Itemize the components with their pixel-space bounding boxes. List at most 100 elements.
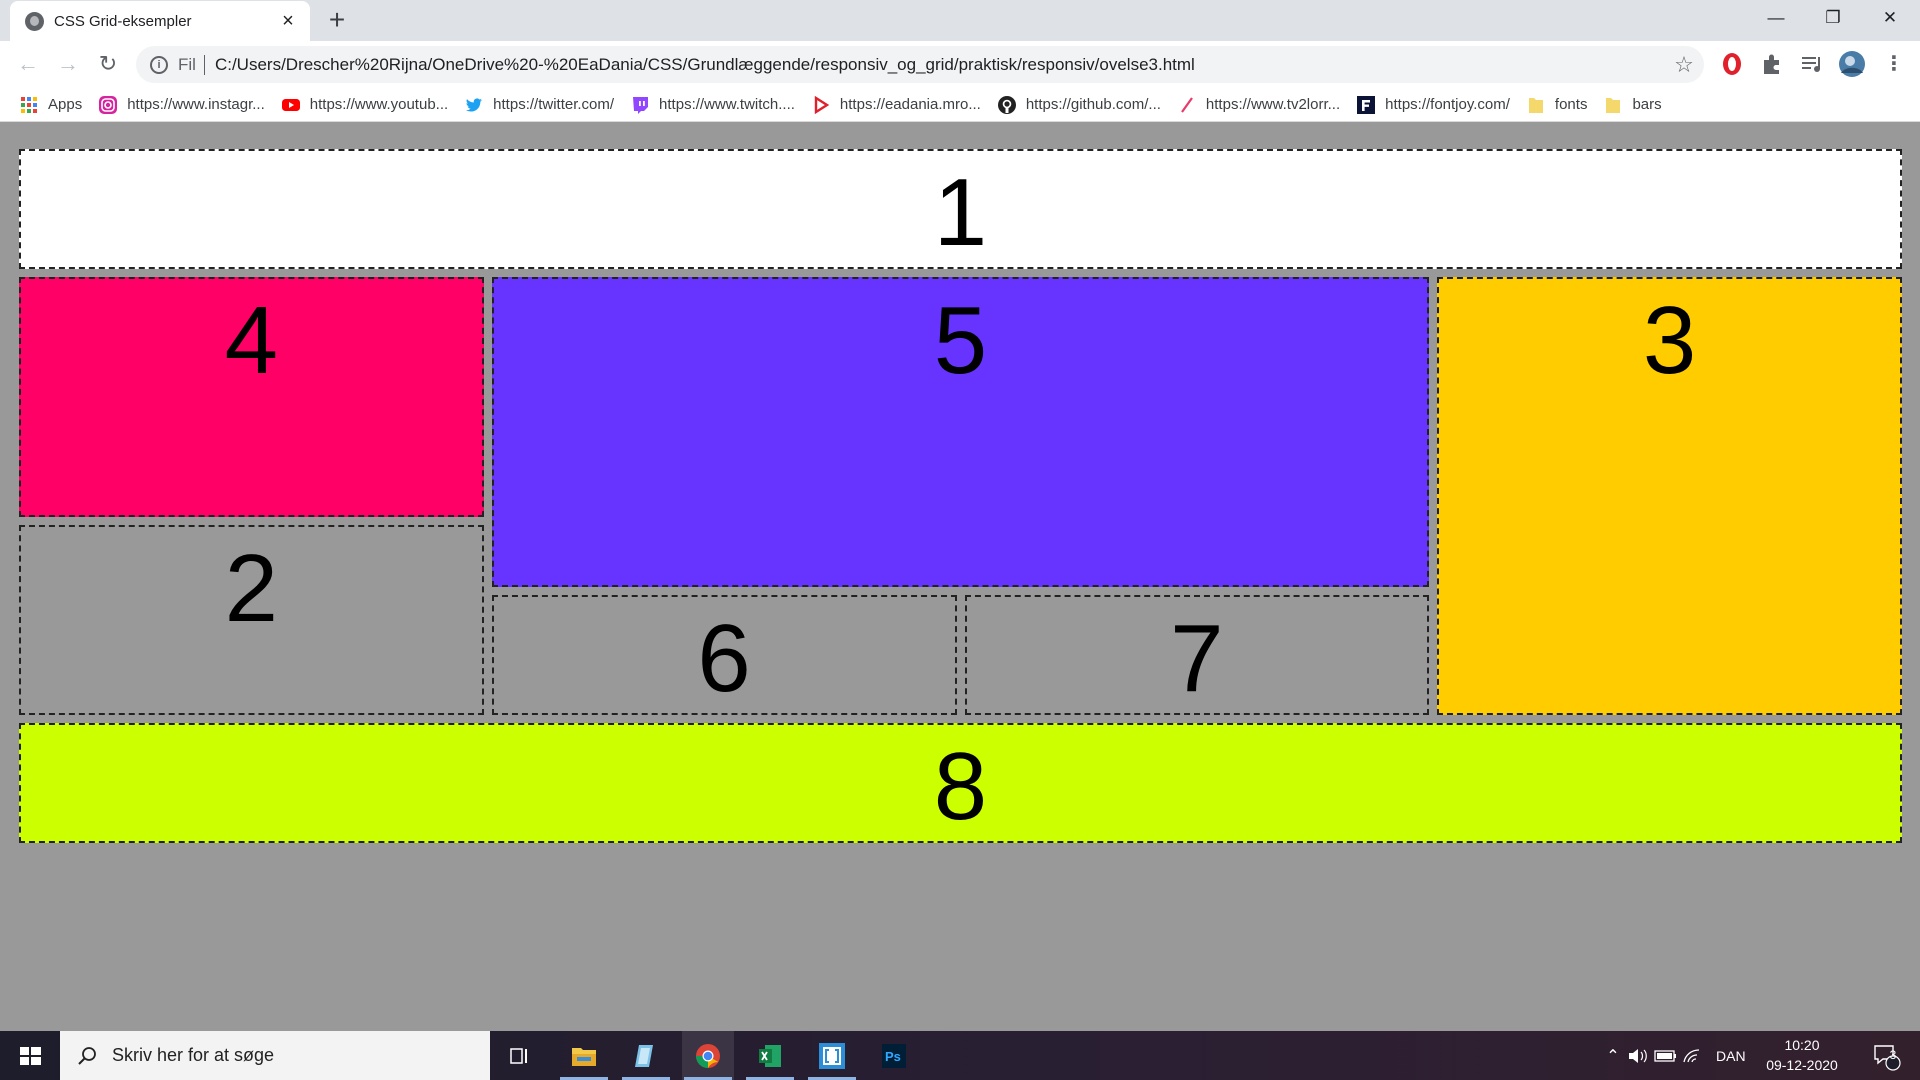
bookmark-eadania[interactable]: https://eadania.mro...: [812, 95, 981, 114]
bookmark-twitch[interactable]: https://www.twitch....: [631, 96, 795, 114]
grid-item-number: 3: [1642, 287, 1697, 394]
grid-item-2: 2: [19, 525, 484, 715]
file-explorer-icon: [572, 1047, 596, 1066]
grid-item-number: 7: [1170, 605, 1224, 712]
grid-container: 1 4 5 3 2 6 7 8: [19, 149, 1902, 843]
bookmark-label: fonts: [1554, 96, 1588, 113]
tab-close-button[interactable]: ×: [278, 11, 298, 31]
wifi-icon[interactable]: [1680, 1046, 1706, 1066]
tv2-icon: [1181, 96, 1193, 113]
close-window-button[interactable]: ✕: [1862, 0, 1918, 36]
bookmark-label: https://www.instagr...: [127, 96, 265, 113]
taskbar-search-box[interactable]: Skriv her for at søge: [60, 1031, 490, 1080]
media-queue-icon[interactable]: [1799, 51, 1825, 77]
bookmark-twitter[interactable]: https://twitter.com/: [465, 96, 614, 114]
windows-taskbar: Skriv her for at søge Ps ⌃ DAN 10:20 09-…: [0, 1031, 1920, 1080]
grid-item-1: 1: [19, 149, 1902, 269]
taskbar-search-placeholder: Skriv her for at søge: [112, 1045, 275, 1065]
taskbar-clock[interactable]: 10:20 09-12-2020: [1760, 1035, 1844, 1075]
grid-item-number: 6: [697, 605, 751, 712]
opera-adblock-icon[interactable]: [1719, 51, 1745, 77]
bookmark-label: https://fontjoy.com/: [1385, 96, 1510, 113]
bookmark-fontjoy[interactable]: https://fontjoy.com/: [1357, 95, 1510, 114]
minimize-button[interactable]: —: [1748, 0, 1804, 36]
bookmark-youtube[interactable]: https://www.youtub...: [281, 96, 449, 114]
battery-icon[interactable]: [1652, 1046, 1680, 1066]
taskbar-file-explorer[interactable]: [558, 1031, 610, 1080]
bookmark-folder-fonts[interactable]: fonts: [1527, 96, 1588, 114]
apps-grid-icon: [21, 96, 37, 113]
omnibox-divider: [203, 54, 205, 75]
windows-start-icon[interactable]: [0, 1031, 60, 1080]
grid-item-number: 5: [933, 287, 988, 394]
address-bar[interactable]: i Fil C:/Users/Drescher%20Rijna/OneDrive…: [136, 46, 1704, 83]
globe-icon: [25, 11, 44, 31]
chrome-icon: [696, 1043, 720, 1068]
url-text[interactable]: C:/Users/Drescher%20Rijna/OneDrive%20-%2…: [215, 55, 1664, 75]
page-viewport: 1 4 5 3 2 6 7 8: [0, 123, 1920, 1031]
notification-count: 3: [1889, 1048, 1897, 1062]
forward-button[interactable]: →: [53, 49, 83, 79]
taskbar-app-bracket[interactable]: [806, 1031, 858, 1080]
browser-toolbar: ← → ↻ i Fil C:/Users/Drescher%20Rijna/On…: [0, 41, 1920, 88]
taskbar-photoshop[interactable]: Ps: [868, 1031, 920, 1080]
excel-icon: [759, 1044, 781, 1067]
taskbar-excel[interactable]: [744, 1031, 796, 1080]
bookmark-label: https://eadania.mro...: [839, 96, 981, 113]
bookmark-label: bars: [1632, 96, 1662, 113]
language-indicator[interactable]: DAN: [1716, 1048, 1746, 1064]
tab-strip: CSS Grid-eksempler × + — ❐ ✕: [0, 0, 1920, 41]
chrome-menu-button[interactable]: ⋮: [1879, 49, 1909, 79]
bookmark-label: https://www.twitch....: [659, 96, 795, 113]
bookmarks-bar: Apps https://www.instagr... https://www.…: [0, 88, 1920, 122]
bookmark-label: Apps: [48, 96, 83, 113]
bracket-app-icon: [819, 1042, 845, 1069]
action-center-button[interactable]: 3: [1864, 1031, 1908, 1080]
twitch-icon: [633, 96, 649, 114]
photoshop-icon: Ps: [882, 1043, 906, 1068]
grid-item-number: 4: [224, 287, 279, 394]
grid-item-8: 8: [19, 723, 1902, 843]
grid-item-5: 5: [491, 277, 1430, 587]
tab-title: CSS Grid-eksempler: [54, 12, 192, 30]
bookmark-instagram[interactable]: https://www.instagr...: [99, 95, 265, 114]
twitter-icon: [466, 97, 483, 111]
system-tray: ⌃ DAN: [1600, 1031, 1746, 1080]
volume-icon[interactable]: [1626, 1046, 1652, 1066]
extensions-puzzle-icon[interactable]: [1759, 51, 1785, 77]
folder-icon: [1528, 97, 1543, 113]
instagram-icon: [99, 95, 118, 114]
bookmark-apps[interactable]: Apps: [20, 96, 82, 114]
chevron-up-icon[interactable]: ⌃: [1600, 1046, 1626, 1066]
github-icon: [997, 95, 1016, 114]
grid-item-4: 4: [19, 277, 484, 517]
bookmark-github[interactable]: https://github.com/...: [997, 95, 1161, 114]
bookmark-label: https://github.com/...: [1025, 96, 1161, 113]
bookmark-star-icon[interactable]: ☆: [1664, 52, 1704, 78]
scheme-label: Fil: [178, 54, 196, 74]
bookmark-tv2[interactable]: https://www.tv2lorr...: [1178, 96, 1340, 114]
taskbar-chrome[interactable]: [682, 1031, 734, 1080]
notepad-icon: [635, 1044, 653, 1067]
maximize-button[interactable]: ❐: [1805, 0, 1861, 36]
grid-item-3: 3: [1437, 277, 1902, 715]
profile-avatar[interactable]: [1839, 51, 1865, 77]
eadania-icon: [814, 95, 830, 114]
task-view-button[interactable]: [494, 1031, 546, 1080]
back-button[interactable]: ←: [13, 49, 43, 79]
new-tab-button[interactable]: +: [322, 5, 352, 35]
bookmark-label: https://www.youtub...: [309, 96, 449, 113]
search-icon: [78, 1046, 96, 1065]
grid-item-number: 8: [933, 733, 988, 840]
grid-item-number: 1: [933, 159, 988, 266]
bookmark-folder-bars[interactable]: bars: [1604, 96, 1662, 114]
reload-button[interactable]: ↻: [93, 49, 123, 79]
youtube-icon: [281, 98, 300, 111]
taskbar-notepad-app[interactable]: [620, 1031, 672, 1080]
clock-time: 10:20: [1784, 1037, 1820, 1053]
browser-tab[interactable]: CSS Grid-eksempler ×: [10, 1, 310, 41]
grid-item-6: 6: [491, 595, 957, 715]
fontjoy-icon: [1357, 95, 1376, 114]
grid-item-7: 7: [964, 595, 1430, 715]
info-icon[interactable]: i: [150, 55, 168, 74]
